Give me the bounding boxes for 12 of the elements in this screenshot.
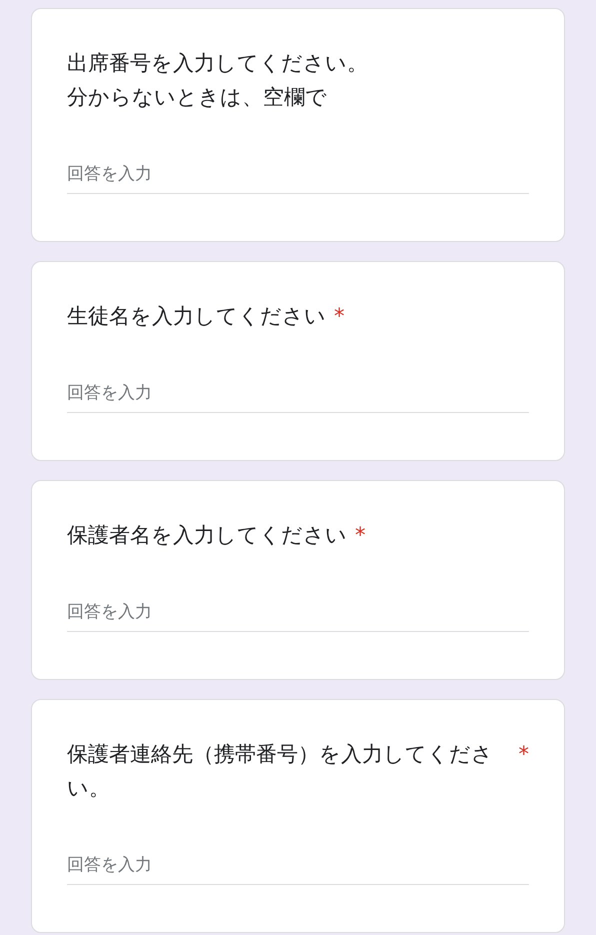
question-title: 保護者連絡先（携帯番号）を入力してください。: [67, 741, 494, 802]
required-asterisk: *: [355, 522, 366, 549]
question-title: 保護者名を入力してください: [67, 522, 347, 549]
question-title: 生徒名を入力してください: [67, 303, 326, 330]
answer-field[interactable]: 回答を入力: [67, 845, 529, 885]
question-title: 出席番号を入力してください。: [67, 50, 368, 77]
required-asterisk: *: [334, 303, 344, 330]
answer-field[interactable]: 回答を入力: [67, 154, 529, 194]
required-asterisk: *: [518, 741, 529, 768]
answer-field[interactable]: 回答を入力: [67, 592, 529, 632]
question-title: 分からないときは、空欄で: [67, 84, 328, 111]
answer-field[interactable]: 回答を入力: [67, 373, 529, 413]
